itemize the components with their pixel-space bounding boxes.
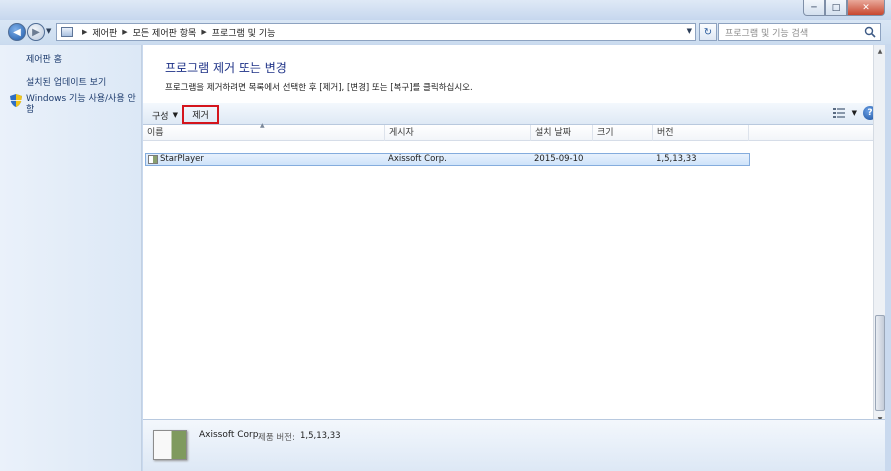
- close-button[interactable]: ✕: [847, 0, 885, 16]
- left-task-pane: 제어판 홈 설치된 업데이트 보기 Windows 기능 사용/사용 안 함: [0, 45, 142, 471]
- organize-label: 구성: [152, 111, 169, 122]
- breadcrumb-control-panel[interactable]: 제어판: [92, 26, 117, 39]
- installed-updates-link[interactable]: 설치된 업데이트 보기: [26, 78, 106, 89]
- chevron-down-icon[interactable]: ▼: [687, 27, 692, 35]
- search-icon[interactable]: [864, 26, 876, 38]
- refresh-icon[interactable]: ↻: [699, 23, 717, 41]
- column-header-install-date[interactable]: 설치 날짜: [531, 125, 593, 141]
- maximize-button[interactable]: □: [825, 0, 847, 16]
- scroll-up-icon[interactable]: ▲: [875, 46, 885, 56]
- vertical-scrollbar[interactable]: ▲ ▼: [873, 45, 885, 425]
- window-controls: ─ □ ✕: [803, 0, 885, 16]
- minimize-button[interactable]: ─: [803, 0, 825, 16]
- table-row[interactable]: StarPlayer Axissoft Corp. 2015-09-10 1,5…: [145, 153, 750, 166]
- forward-icon[interactable]: ▶: [27, 23, 45, 41]
- search-input[interactable]: 프로그램 및 기능 검색: [718, 23, 881, 41]
- control-panel-icon: [61, 27, 73, 37]
- page-description: 프로그램을 제거하려면 목록에서 선택한 후 [제거], [변경] 또는 [복구…: [165, 83, 473, 93]
- program-icon: [153, 430, 187, 460]
- column-header-row: ▲ 이름 게시자 설치 날짜 크기 버전: [143, 122, 873, 141]
- chevron-down-icon: ▼: [172, 111, 178, 119]
- page-title: 프로그램 제거 또는 변경: [165, 61, 287, 75]
- command-bar: 구성 ▼ 제거 ▼ ?: [143, 103, 885, 125]
- breadcrumb-programs-features[interactable]: 프로그램 및 기능: [212, 26, 276, 39]
- program-icon: [148, 155, 158, 164]
- navigation-bar: ◀ ▶ ▼ ▶ 제어판 ▶ 모든 제어판 항목 ▶ 프로그램 및 기능 ▼ ↻ …: [0, 20, 891, 44]
- view-icon[interactable]: [833, 108, 845, 118]
- program-publisher: Axissoft Corp.: [388, 154, 447, 164]
- scrollbar-thumb[interactable]: [875, 315, 885, 411]
- main-pane: 프로그램 제거 또는 변경 프로그램을 제거하려면 목록에서 선택한 후 [제거…: [143, 45, 885, 471]
- chevron-right-icon[interactable]: ▶: [82, 28, 87, 36]
- details-version-label: 제품 버전:: [258, 433, 295, 443]
- program-install-date: 2015-09-10: [534, 154, 584, 164]
- shield-icon: [10, 94, 22, 107]
- address-bar[interactable]: ▶ 제어판 ▶ 모든 제어판 항목 ▶ 프로그램 및 기능 ▼: [56, 23, 696, 41]
- title-bar: ─ □ ✕: [0, 0, 891, 20]
- control-panel-home-link[interactable]: 제어판 홈: [26, 55, 62, 66]
- search-placeholder: 프로그램 및 기능 검색: [725, 28, 809, 39]
- program-name: StarPlayer: [160, 154, 204, 164]
- back-icon[interactable]: ◀: [8, 23, 26, 41]
- windows-features-link[interactable]: Windows 기능 사용/사용 안 함: [26, 94, 138, 116]
- recent-pages-dropdown-icon[interactable]: ▼: [46, 27, 51, 35]
- details-pane: Axissoft Corp. 제품 버전: 1,5,13,33: [143, 419, 885, 471]
- organize-button[interactable]: 구성 ▼: [152, 107, 178, 123]
- program-version: 1,5,13,33: [656, 154, 697, 164]
- column-header-version[interactable]: 버전: [653, 125, 749, 141]
- details-version: 1,5,13,33: [300, 431, 341, 441]
- view-options-dropdown-icon[interactable]: ▼: [852, 109, 857, 117]
- column-header-name[interactable]: 이름: [143, 125, 385, 141]
- breadcrumb-all-items[interactable]: 모든 제어판 항목: [133, 26, 197, 39]
- window-frame-right: [885, 45, 891, 471]
- column-header-publisher[interactable]: 게시자: [385, 125, 531, 141]
- column-header-size[interactable]: 크기: [593, 125, 653, 141]
- details-publisher: Axissoft Corp.: [199, 430, 262, 440]
- chevron-right-icon[interactable]: ▶: [122, 28, 127, 36]
- uninstall-button[interactable]: 제거: [182, 105, 219, 124]
- chevron-right-icon[interactable]: ▶: [201, 28, 206, 36]
